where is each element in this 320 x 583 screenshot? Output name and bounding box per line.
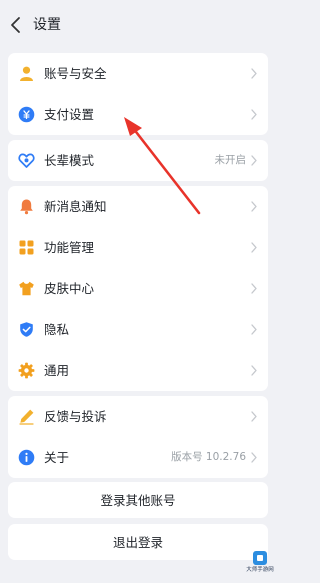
elder-mode-status: 未开启 (214, 154, 247, 166)
account-security-label: 账号与安全 (44, 66, 107, 81)
version-number: 版本号 10.2.76 (171, 451, 246, 463)
login-other-account-label: 登录其他账号 (100, 493, 176, 508)
gear-icon (18, 362, 35, 379)
tshirt-icon (18, 280, 35, 297)
about-card: 反馈与投诉 关于 版本号 10.2.76 (8, 396, 268, 478)
info-icon (18, 449, 35, 466)
heart-icon (18, 152, 35, 169)
chevron-right-icon (250, 200, 258, 213)
feature-management-item[interactable]: 功能管理 (8, 227, 268, 268)
notification-item[interactable]: 新消息通知 (8, 186, 268, 227)
payment-icon (18, 106, 35, 123)
chevron-left-icon (11, 17, 20, 33)
general-label: 通用 (44, 363, 70, 378)
features-card: 新消息通知 功能管理 皮肤中心 隐私 通用 (8, 186, 268, 391)
chevron-right-icon (250, 67, 258, 80)
chevron-right-icon (250, 323, 258, 336)
feedback-item[interactable]: 反馈与投诉 (8, 396, 268, 437)
pen-icon (18, 408, 35, 425)
shield-icon (18, 321, 35, 338)
skin-center-label: 皮肤中心 (44, 281, 95, 296)
chevron-right-icon (250, 410, 258, 423)
watermark: 大师手游网 (240, 551, 280, 581)
elder-mode-label: 长辈模式 (44, 153, 95, 168)
chevron-right-icon (250, 451, 258, 464)
feedback-label: 反馈与投诉 (44, 409, 107, 424)
top-bar: 设置 (0, 0, 282, 52)
bell-icon (18, 198, 35, 215)
logout-button[interactable]: 退出登录 (8, 524, 268, 560)
notification-label: 新消息通知 (44, 199, 107, 214)
chevron-right-icon (250, 364, 258, 377)
chevron-right-icon (250, 108, 258, 121)
back-button[interactable] (8, 14, 28, 36)
page-title: 设置 (33, 17, 61, 33)
grid-icon (18, 239, 35, 256)
general-item[interactable]: 通用 (8, 350, 268, 391)
privacy-label: 隐私 (44, 322, 70, 337)
login-other-account-button[interactable]: 登录其他账号 (8, 482, 268, 518)
account-card: 账号与安全 支付设置 (8, 53, 268, 135)
chevron-right-icon (250, 282, 258, 295)
chevron-right-icon (250, 241, 258, 254)
feature-management-label: 功能管理 (44, 240, 95, 255)
logout-label: 退出登录 (112, 535, 163, 550)
account-security-item[interactable]: 账号与安全 (8, 53, 268, 94)
watermark-logo-icon (253, 551, 267, 565)
settings-page: 设置 账号与安全 支付设置 长辈模式 未开启 新消息通知 功能管理 皮肤中心 隐… (0, 0, 282, 583)
elder-mode-item[interactable]: 长辈模式 未开启 (8, 140, 268, 181)
watermark-text: 大师手游网 (246, 567, 274, 573)
skin-center-item[interactable]: 皮肤中心 (8, 268, 268, 309)
chevron-right-icon (250, 154, 258, 167)
about-item[interactable]: 关于 版本号 10.2.76 (8, 437, 268, 478)
person-icon (18, 65, 35, 82)
elder-mode-card: 长辈模式 未开启 (8, 140, 268, 181)
privacy-item[interactable]: 隐私 (8, 309, 268, 350)
about-label: 关于 (44, 450, 70, 465)
payment-settings-item[interactable]: 支付设置 (8, 94, 268, 135)
payment-settings-label: 支付设置 (44, 107, 95, 122)
